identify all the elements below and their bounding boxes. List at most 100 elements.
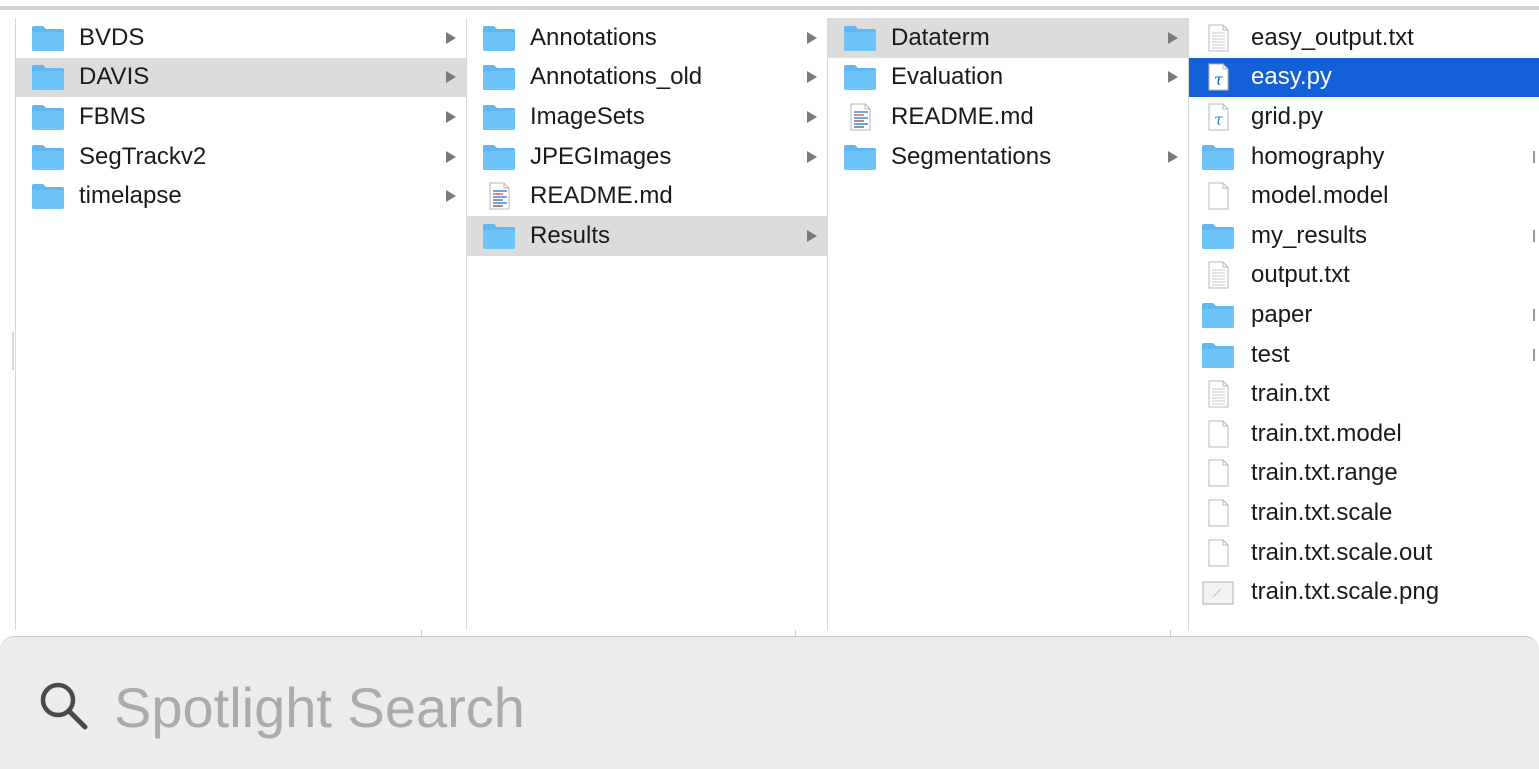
disclosure-arrow-icon xyxy=(1533,348,1535,361)
column-3[interactable]: Dataterm Evaluation README.md Segmentations xyxy=(828,18,1189,630)
folder-icon xyxy=(32,25,64,51)
file-row[interactable]: easy_output.txt xyxy=(1189,18,1539,58)
folder-icon xyxy=(32,144,64,170)
item-label: test xyxy=(1251,340,1290,368)
disclosure-arrow-icon xyxy=(446,150,456,163)
disclosure-arrow-icon xyxy=(1533,308,1535,321)
disclosure-arrow-icon xyxy=(807,150,817,163)
column-1[interactable]: BVDS DAVIS FBMS SegTrackv2 timelapse xyxy=(15,18,467,630)
item-label: train.txt xyxy=(1251,380,1330,408)
left-resize-handle[interactable] xyxy=(12,332,14,370)
disclosure-arrow-icon xyxy=(446,190,456,203)
folder-icon xyxy=(483,104,515,130)
disclosure-arrow-icon xyxy=(446,71,456,84)
folder-row[interactable]: JPEGImages xyxy=(467,137,827,177)
disclosure-arrow-icon xyxy=(1168,150,1178,163)
folder-row[interactable]: Dataterm xyxy=(828,18,1188,58)
item-label: Annotations_old xyxy=(530,63,703,91)
file-row[interactable]: README.md xyxy=(467,176,827,216)
item-label: README.md xyxy=(530,182,673,210)
svg-text:τ: τ xyxy=(1214,110,1224,129)
python-file-icon: τ xyxy=(1208,63,1229,91)
folder-row[interactable]: SegTrackv2 xyxy=(16,137,466,177)
disclosure-arrow-icon xyxy=(807,71,817,84)
folder-icon xyxy=(1202,223,1234,249)
markdown-file-icon xyxy=(850,103,871,131)
file-row[interactable]: train.txt.range xyxy=(1189,454,1539,494)
markdown-file-icon xyxy=(489,182,510,210)
image-file-icon xyxy=(1202,581,1234,605)
top-divider xyxy=(0,6,1539,10)
svg-text:τ: τ xyxy=(1214,70,1224,89)
folder-row[interactable]: ImageSets xyxy=(467,97,827,137)
folder-icon xyxy=(1202,342,1234,368)
item-label: Results xyxy=(530,221,611,249)
text-file-icon xyxy=(1208,24,1229,52)
item-label: easy.py xyxy=(1251,63,1332,91)
python-file-icon: τ xyxy=(1208,103,1229,131)
item-label: train.txt.scale.out xyxy=(1251,538,1433,566)
folder-row[interactable]: FBMS xyxy=(16,97,466,137)
folder-icon xyxy=(844,25,876,51)
file-row[interactable]: τ easy.py xyxy=(1189,57,1539,98)
folder-row[interactable]: homography xyxy=(1189,137,1539,177)
item-label: train.txt.model xyxy=(1251,419,1402,447)
item-label: Segmentations xyxy=(891,142,1052,170)
folder-row[interactable]: timelapse xyxy=(16,176,466,216)
folder-icon xyxy=(483,25,515,51)
disclosure-arrow-icon xyxy=(807,110,817,123)
blank-file-icon xyxy=(1208,182,1229,210)
folder-icon xyxy=(1202,144,1234,170)
folder-row[interactable]: Annotations_old xyxy=(467,58,827,98)
folder-icon xyxy=(844,144,876,170)
file-row[interactable]: τ grid.py xyxy=(1189,97,1539,137)
folder-row[interactable]: BVDS xyxy=(16,18,466,58)
column-4[interactable]: easy_output.txt τ easy.py τ grid.py homograph… xyxy=(1189,18,1539,630)
item-label: grid.py xyxy=(1251,102,1324,130)
folder-icon xyxy=(32,104,64,130)
window-top-bar xyxy=(0,0,1539,18)
file-row[interactable]: train.txt.model xyxy=(1189,414,1539,454)
folder-icon xyxy=(844,65,876,91)
folder-icon xyxy=(32,65,64,91)
file-row[interactable]: train.txt xyxy=(1189,374,1539,414)
disclosure-arrow-icon xyxy=(1168,71,1178,84)
item-label: timelapse xyxy=(79,182,182,210)
item-label: paper xyxy=(1251,300,1313,328)
folder-row[interactable]: DAVIS xyxy=(16,57,466,98)
column-2[interactable]: Annotations Annotations_old ImageSets JPEGI… xyxy=(467,18,828,630)
item-label: DAVIS xyxy=(79,63,150,91)
folder-icon xyxy=(483,223,515,249)
folder-row[interactable]: Segmentations xyxy=(828,137,1188,177)
file-row[interactable]: output.txt xyxy=(1189,256,1539,296)
folder-icon xyxy=(32,184,64,210)
file-row[interactable]: README.md xyxy=(828,97,1188,137)
folder-row[interactable]: paper xyxy=(1189,295,1539,335)
item-label: my_results xyxy=(1251,221,1368,249)
file-row[interactable]: model.model xyxy=(1189,176,1539,216)
folder-row[interactable]: Annotations xyxy=(467,18,827,58)
file-row[interactable]: train.txt.scale.out xyxy=(1189,533,1539,573)
folder-icon xyxy=(483,65,515,91)
item-label: model.model xyxy=(1251,182,1389,210)
item-label: easy_output.txt xyxy=(1251,23,1414,51)
blank-file-icon xyxy=(1208,499,1229,527)
spotlight-search-input[interactable] xyxy=(112,671,1496,743)
folder-row[interactable]: test xyxy=(1189,335,1539,375)
column-browser: BVDS DAVIS FBMS SegTrackv2 timelapse Annotat… xyxy=(0,18,1539,630)
file-row[interactable]: train.txt.scale xyxy=(1189,493,1539,533)
disclosure-arrow-icon xyxy=(807,229,817,242)
disclosure-arrow-icon xyxy=(446,31,456,44)
text-file-icon xyxy=(1208,380,1229,408)
folder-icon xyxy=(483,144,515,170)
item-label: train.txt.scale xyxy=(1251,498,1393,526)
item-label: ImageSets xyxy=(530,102,645,130)
file-row[interactable]: train.txt.scale.png xyxy=(1189,572,1539,612)
disclosure-arrow-icon xyxy=(1533,150,1535,163)
folder-row[interactable]: Evaluation xyxy=(828,58,1188,98)
item-label: homography xyxy=(1251,142,1385,170)
folder-row[interactable]: Results xyxy=(467,215,827,256)
disclosure-arrow-icon xyxy=(1168,31,1178,44)
folder-row[interactable]: my_results xyxy=(1189,216,1539,256)
blank-file-icon xyxy=(1208,420,1229,448)
